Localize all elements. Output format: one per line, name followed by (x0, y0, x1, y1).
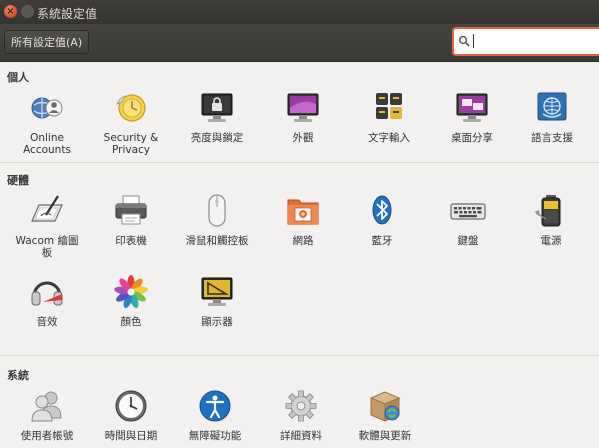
displays-icon (201, 277, 233, 306)
item-label: 藍牙 (371, 235, 393, 247)
item-color[interactable]: 顏色 (90, 274, 172, 328)
settings-window: × 系統設定值 所有設定值(A) 個人 Online Accounts Secu… (0, 0, 599, 448)
mouse-touchpad-icon (208, 194, 226, 227)
item-power[interactable]: 電源 (510, 193, 592, 247)
sound-icon (31, 281, 63, 306)
item-text-entry[interactable]: 文字輸入 (348, 90, 430, 144)
item-label: 鍵盤 (457, 235, 479, 247)
item-label: 時間與日期 (104, 430, 158, 442)
user-accounts-icon (31, 391, 62, 422)
item-label: 詳細資料 (280, 430, 322, 442)
item-label: Wacom 繪圖 板 (15, 235, 79, 259)
item-software-updates[interactable]: 軟體與更新 (344, 388, 426, 442)
item-time-date[interactable]: 時間與日期 (90, 388, 172, 442)
item-bluetooth[interactable]: 藍牙 (341, 193, 423, 247)
item-accessibility[interactable]: 無障礙功能 (174, 388, 256, 442)
item-label: 亮度與鎖定 (190, 132, 244, 144)
settings-content: 個人 Online Accounts Security & Privacy 亮度… (0, 62, 599, 448)
text-entry-icon (376, 93, 402, 119)
item-label: 印表機 (115, 235, 147, 247)
printer-icon (115, 195, 147, 225)
color-icon (114, 275, 148, 309)
close-window-button[interactable]: × (4, 5, 17, 18)
item-wacom-tablet[interactable]: Wacom 繪圖 板 (6, 193, 88, 259)
item-security-privacy[interactable]: Security & Privacy (90, 90, 172, 156)
item-label: 顏色 (120, 316, 142, 328)
all-settings-button[interactable]: 所有設定值(A) (4, 30, 90, 54)
software-updates-icon (369, 391, 401, 422)
item-label: 電源 (540, 235, 562, 247)
language-support-icon (537, 92, 567, 121)
window-title: 系統設定值 (37, 7, 98, 21)
desktop-sharing-icon (456, 93, 488, 122)
item-sound[interactable]: 音效 (6, 274, 88, 328)
text-caret (473, 34, 474, 48)
item-desktop-sharing[interactable]: 桌面分享 (431, 90, 513, 144)
search-input[interactable] (472, 32, 592, 50)
toolbar: 所有設定值(A) (0, 24, 599, 62)
item-label: 文字輸入 (368, 132, 410, 144)
details-icon (285, 390, 317, 422)
item-label: 顯示器 (201, 316, 233, 328)
online-accounts-icon (31, 97, 63, 119)
item-brightness-lock[interactable]: 亮度與鎖定 (176, 90, 258, 144)
item-label: 使用者帳號 (20, 430, 74, 442)
power-icon (534, 195, 561, 227)
section-title-personal: 個人 (7, 71, 29, 84)
item-label: 音效 (36, 316, 58, 328)
keyboard-icon (450, 203, 486, 220)
item-displays[interactable]: 顯示器 (176, 274, 258, 328)
title-bar: × 系統設定值 (0, 0, 599, 24)
item-label: 軟體與更新 (358, 430, 412, 442)
section-title-system: 系統 (7, 369, 29, 382)
item-label: 外觀 (292, 132, 314, 144)
search-box[interactable] (452, 27, 599, 56)
item-online-accounts[interactable]: Online Accounts (6, 90, 88, 156)
item-label: 桌面分享 (451, 132, 493, 144)
search-icon (458, 35, 470, 47)
item-appearance[interactable]: 外觀 (262, 90, 344, 144)
item-details[interactable]: 詳細資料 (260, 388, 342, 442)
network-icon (287, 199, 319, 225)
brightness-lock-icon (201, 93, 233, 122)
item-network[interactable]: 網路 (262, 193, 344, 247)
item-label: 語言支援 (531, 132, 573, 144)
bluetooth-icon (372, 195, 392, 225)
item-user-accounts[interactable]: 使用者帳號 (6, 388, 88, 442)
item-language-support[interactable]: 語言支援 (511, 90, 593, 144)
time-date-icon (115, 390, 147, 422)
item-label: Online Accounts (23, 132, 71, 156)
item-label: Security & Privacy (103, 132, 159, 156)
item-label: 網路 (292, 235, 314, 247)
section-divider (0, 162, 599, 163)
item-label: 無障礙功能 (188, 430, 242, 442)
item-printer[interactable]: 印表機 (90, 193, 172, 247)
section-divider (0, 355, 599, 356)
section-title-hardware: 硬體 (7, 174, 29, 187)
item-keyboard[interactable]: 鍵盤 (427, 193, 509, 247)
security-privacy-icon (116, 94, 146, 122)
item-label: 滑鼠和觸控板 (185, 235, 249, 247)
item-mouse-touchpad[interactable]: 滑鼠和觸控板 (176, 193, 258, 247)
accessibility-icon (199, 390, 231, 422)
wacom-tablet-icon (31, 195, 63, 222)
minimize-window-button[interactable] (21, 5, 34, 18)
appearance-icon (287, 93, 319, 122)
